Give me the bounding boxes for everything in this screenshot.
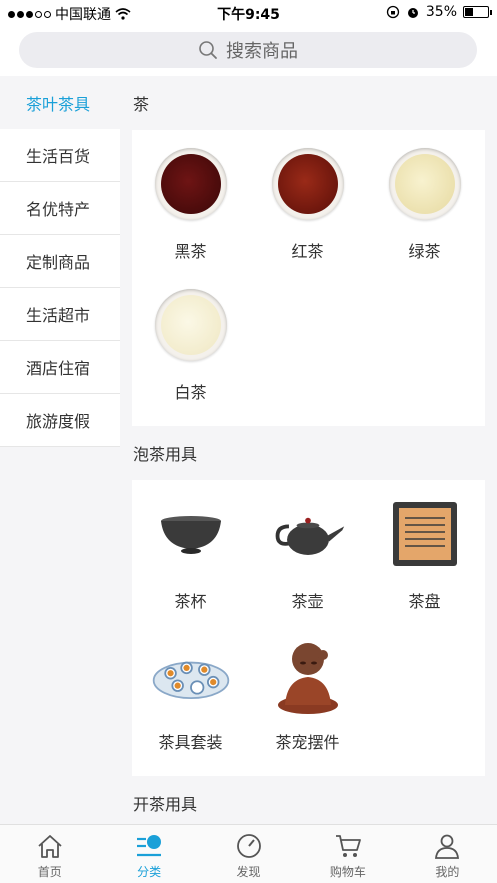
sidebar-item-label: 名优特产 <box>26 200 91 219</box>
item-label: 红茶 <box>291 242 324 261</box>
tab-category[interactable]: 分类 <box>99 825 198 883</box>
red-tea-bowl-image <box>271 148 344 220</box>
search-input[interactable]: 搜索商品 <box>19 32 477 68</box>
item-label: 茶杯 <box>174 592 207 611</box>
sidebar-item-label: 旅游度假 <box>26 412 91 431</box>
item-label: 黑茶 <box>174 242 207 261</box>
tea-tray-image <box>392 502 457 566</box>
tab-label: 首页 <box>37 865 62 879</box>
search-bar-container: 搜索商品 <box>0 26 497 76</box>
battery-percent: 35% <box>425 4 457 20</box>
item-label: 茶具套装 <box>158 733 223 752</box>
sidebar-item-daily-goods[interactable]: 生活百货 <box>0 129 120 182</box>
tab-home[interactable]: 首页 <box>0 825 99 883</box>
section-grid-tea: 黑茶 红茶 绿茶 白茶 <box>132 130 485 426</box>
category-content: 茶 黑茶 红茶 绿茶 白茶 泡茶用具 茶杯 茶壶 茶盘 茶具套装 茶宠摆件 开茶… <box>120 76 497 824</box>
section-title: 泡茶用具 <box>133 445 198 464</box>
category-item-black-tea[interactable]: 黑茶 <box>132 144 249 285</box>
item-label: 茶壶 <box>291 592 324 611</box>
sidebar-item-tea[interactable]: 茶叶茶具 <box>0 76 120 129</box>
tab-profile[interactable]: 我的 <box>398 825 497 883</box>
search-icon <box>199 41 217 59</box>
sidebar-item-supermarket[interactable]: 生活超市 <box>0 288 120 341</box>
tea-pet-figurine-image <box>277 643 338 714</box>
search-placeholder: 搜索商品 <box>226 41 298 62</box>
category-item-tea-tray[interactable]: 茶盘 <box>366 494 483 635</box>
category-item-tea-pet[interactable]: 茶宠摆件 <box>249 635 366 776</box>
alarm-icon <box>407 8 418 18</box>
sidebar-item-travel[interactable]: 旅游度假 <box>0 394 120 447</box>
category-item-teapot[interactable]: 茶壶 <box>249 494 366 635</box>
sidebar-item-label: 定制商品 <box>26 253 91 272</box>
tea-set-image <box>152 661 229 699</box>
rotation-lock-icon <box>386 5 400 19</box>
bottom-tab-bar: 首页 分类 发现 购物车 我的 <box>0 824 497 883</box>
sidebar-item-label: 生活百货 <box>26 147 91 166</box>
sidebar-item-custom-goods[interactable]: 定制商品 <box>0 235 120 288</box>
section-title: 茶 <box>133 95 150 114</box>
sidebar-item-hotel[interactable]: 酒店住宿 <box>0 341 120 394</box>
sidebar-item-specialties[interactable]: 名优特产 <box>0 182 120 235</box>
cart-icon <box>335 835 361 857</box>
item-label: 茶盘 <box>408 592 441 611</box>
sidebar-item-label: 酒店住宿 <box>26 359 91 378</box>
tab-label: 发现 <box>236 865 261 879</box>
green-tea-bowl-image <box>388 148 461 220</box>
sidebar-item-label: 生活超市 <box>26 306 91 325</box>
tab-cart[interactable]: 购物车 <box>298 825 397 883</box>
status-bar: 中国联通 下午9:45 35% <box>0 0 497 26</box>
item-label: 茶宠摆件 <box>275 733 340 752</box>
category-item-green-tea[interactable]: 绿茶 <box>366 144 483 285</box>
compass-icon <box>236 834 261 858</box>
teapot-image <box>275 517 344 555</box>
category-icon <box>137 835 162 857</box>
white-tea-bowl-image <box>154 289 227 361</box>
section-grid-brewing-tools: 茶杯 茶壶 茶盘 茶具套装 茶宠摆件 <box>132 480 485 776</box>
battery-icon <box>463 6 492 18</box>
home-icon <box>38 835 62 858</box>
sidebar-item-label: 茶叶茶具 <box>26 94 91 114</box>
category-item-red-tea[interactable]: 红茶 <box>249 144 366 285</box>
item-label: 白茶 <box>174 383 207 402</box>
tab-label: 分类 <box>137 865 162 879</box>
tab-label: 我的 <box>435 865 460 879</box>
tab-discover[interactable]: 发现 <box>199 825 298 883</box>
section-title: 开茶用具 <box>133 795 198 814</box>
tea-cup-image <box>160 516 221 554</box>
user-icon <box>435 834 460 859</box>
category-sidebar: 茶叶茶具 生活百货 名优特产 定制商品 生活超市 酒店住宿 旅游度假 <box>0 76 120 824</box>
item-label: 绿茶 <box>408 242 441 261</box>
category-item-tea-cup[interactable]: 茶杯 <box>132 494 249 635</box>
black-tea-bowl-image <box>154 148 227 220</box>
category-item-white-tea[interactable]: 白茶 <box>132 285 249 426</box>
tab-label: 购物车 <box>329 865 366 879</box>
category-item-tea-set[interactable]: 茶具套装 <box>132 635 249 776</box>
